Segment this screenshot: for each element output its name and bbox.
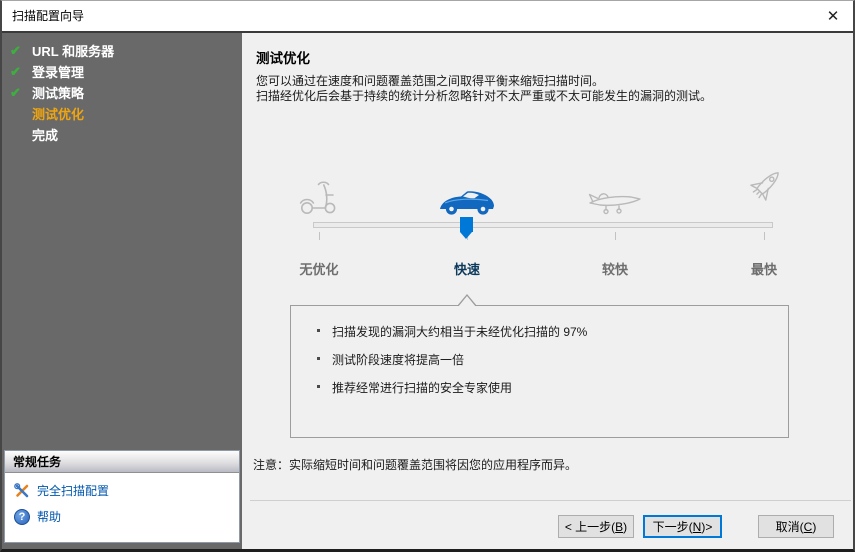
cancel-button[interactable]: 取消(C) <box>758 515 834 538</box>
step-label: 完成 <box>32 128 59 143</box>
page-title: 测试优化 <box>256 51 310 66</box>
note-text: 注意：实际缩短时间和问题覆盖范围将因您的应用程序而异。 <box>253 458 578 472</box>
description-line: 扫描经优化后会基于持续的统计分析忽略针对不太严重或不太可能发生的漏洞的测试。 <box>256 89 713 103</box>
footer-separator <box>250 500 851 501</box>
step-complete[interactable]: 完成 <box>2 124 242 145</box>
sports-car-icon <box>407 167 527 217</box>
bullet-marker <box>317 385 320 388</box>
help-label: 帮助 <box>37 510 62 524</box>
bullet-marker <box>317 357 320 360</box>
step-url-and-servers[interactable]: ✔ URL 和服务器 <box>2 40 242 61</box>
slider-handle[interactable] <box>460 217 473 239</box>
close-icon[interactable]: ✕ <box>817 1 849 31</box>
step-login-management[interactable]: ✔ 登录管理 <box>2 61 242 82</box>
full-scan-configuration-label: 完全扫描配置 <box>37 484 110 498</box>
tools-icon <box>14 482 29 497</box>
step-label: URL 和服务器 <box>32 44 115 59</box>
wizard-page-test-optimization: 测试优化 您可以通过在速度和问题覆盖范围之间取得平衡来缩短扫描时间。 扫描经优化… <box>242 33 853 549</box>
step-label: 测试策略 <box>32 86 85 101</box>
optimization-slider-track[interactable] <box>313 222 773 228</box>
option-faster[interactable]: 较快 <box>555 259 675 278</box>
wizard-steps-sidebar: ✔ URL 和服务器 ✔ 登录管理 ✔ 测试策略 测试优化 完成 常规任务 完全… <box>2 33 242 549</box>
window-title: 扫描配置向导 <box>12 9 85 23</box>
detail-item: 测试阶段速度将提高一倍 <box>317 351 464 368</box>
full-scan-configuration-link[interactable]: 完全扫描配置 <box>14 482 239 499</box>
slider-tick <box>319 232 320 240</box>
detail-text: 测试阶段速度将提高一倍 <box>332 353 465 367</box>
slider-tick <box>764 232 765 240</box>
common-tasks-panel: 常规任务 完全扫描配置 ? 帮助 <box>4 450 240 543</box>
check-icon: ✔ <box>10 42 21 58</box>
common-tasks-title: 常规任务 <box>5 451 239 473</box>
detail-text: 扫描发现的漏洞大约相当于未经优化扫描的 97% <box>332 325 588 339</box>
help-link[interactable]: ? 帮助 <box>14 508 239 525</box>
scooter-icon <box>259 167 379 217</box>
option-fast[interactable]: 快速 <box>407 259 527 278</box>
detail-item: 推荐经常进行扫描的安全专家使用 <box>317 379 512 396</box>
description-line: 您可以通过在速度和问题覆盖范围之间取得平衡来缩短扫描时间。 <box>256 74 605 88</box>
step-test-policy[interactable]: ✔ 测试策略 <box>2 82 242 103</box>
step-list: ✔ URL 和服务器 ✔ 登录管理 ✔ 测试策略 测试优化 完成 <box>2 33 242 145</box>
wizard-window: 扫描配置向导 ✕ ✔ URL 和服务器 ✔ 登录管理 ✔ 测试策略 测试优化 完… <box>0 0 855 552</box>
back-button[interactable]: < 上一步(B) <box>558 515 634 538</box>
title-bar: 扫描配置向导 ✕ <box>2 1 853 31</box>
step-label: 测试优化 <box>32 107 85 122</box>
rocket-icon <box>704 163 824 213</box>
detail-text: 推荐经常进行扫描的安全专家使用 <box>332 381 513 395</box>
option-no-optimization[interactable]: 无优化 <box>259 259 379 278</box>
slider-tick <box>615 232 616 240</box>
help-icon: ? <box>14 508 30 525</box>
option-details-box: 扫描发现的漏洞大约相当于未经优化扫描的 97% 测试阶段速度将提高一倍 推荐经常… <box>290 294 789 438</box>
next-button[interactable]: 下一步(N)> <box>643 515 722 538</box>
bullet-marker <box>317 329 320 332</box>
step-test-optimization[interactable]: 测试优化 <box>2 103 242 124</box>
check-icon: ✔ <box>10 84 21 100</box>
detail-item: 扫描发现的漏洞大约相当于未经优化扫描的 97% <box>317 323 587 340</box>
check-icon: ✔ <box>10 63 21 79</box>
step-label: 登录管理 <box>32 65 85 80</box>
page-description: 您可以通过在速度和问题覆盖范围之间取得平衡来缩短扫描时间。 扫描经优化后会基于持… <box>256 74 712 104</box>
jet-plane-icon <box>555 167 675 217</box>
option-fastest[interactable]: 最快 <box>704 259 824 278</box>
